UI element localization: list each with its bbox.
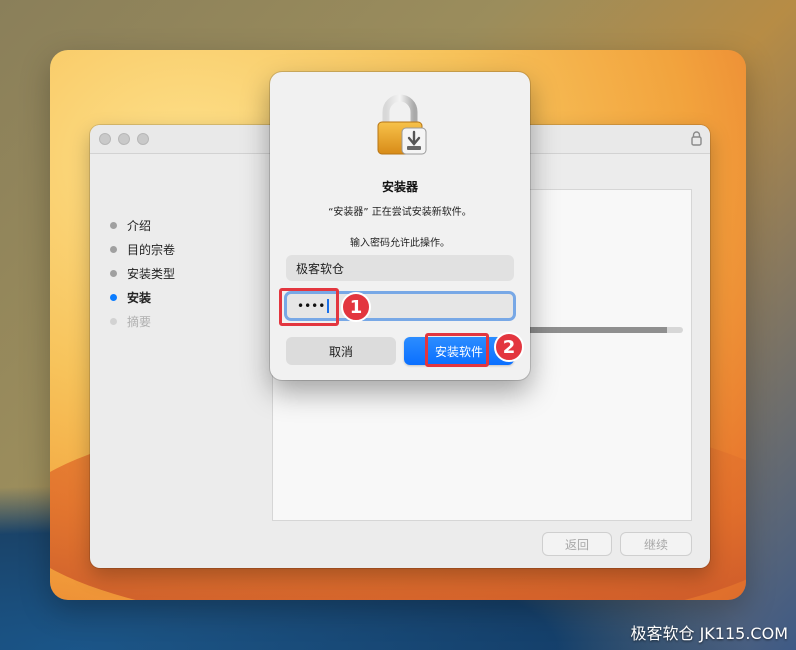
step-item-destination: 目的宗卷: [110, 237, 175, 261]
step-badge-2: 2: [494, 332, 524, 362]
step-dot: [110, 245, 117, 253]
dialog-title: 安装器: [381, 180, 418, 194]
minimize-button[interactable]: [118, 133, 130, 145]
zoom-button[interactable]: [137, 133, 149, 145]
step-dot-active: [110, 293, 117, 301]
step-badge-1: 1: [341, 292, 371, 322]
dialog-prompt: 输入密码允许此操作。: [350, 238, 450, 249]
step-label: 安装: [127, 290, 152, 305]
installer-lock-icon: [377, 94, 427, 155]
auth-dialog: 安装器 “安装器” 正在尝试安装新软件。 输入密码允许此操作。 极客软仓 •••…: [270, 72, 530, 380]
highlight-box-password: [279, 288, 339, 326]
back-button[interactable]: 返回: [542, 532, 612, 556]
step-label: 目的宗卷: [127, 242, 176, 257]
step-label: 安装类型: [127, 266, 176, 281]
lock-icon: [691, 131, 702, 146]
highlight-box-install: [425, 333, 489, 367]
username-field[interactable]: 极客软仓: [286, 255, 514, 281]
step-item-summary: 摘要: [110, 309, 175, 333]
step-dot: [110, 269, 117, 277]
install-progress-bar: [518, 327, 683, 333]
continue-button[interactable]: 继续: [620, 532, 692, 556]
step-dot: [110, 317, 117, 325]
cancel-button[interactable]: 取消: [286, 337, 396, 365]
install-progress-fill: [518, 327, 667, 333]
close-button[interactable]: [99, 133, 111, 145]
username-value: 极客软仓: [296, 261, 345, 276]
step-label: 摘要: [127, 314, 152, 329]
step-label: 介绍: [127, 218, 152, 233]
step-list: 介绍 目的宗卷 安装类型 安装 摘要: [110, 213, 175, 333]
dialog-message: “安装器” 正在尝试安装新软件。: [328, 207, 472, 218]
step-item-install: 安装: [110, 285, 175, 309]
step-item-install-type: 安装类型: [110, 261, 175, 285]
step-item-intro: 介绍: [110, 213, 175, 237]
step-dot: [110, 221, 117, 229]
watermark-text: 极客软仓 JK115.COM: [630, 624, 789, 643]
